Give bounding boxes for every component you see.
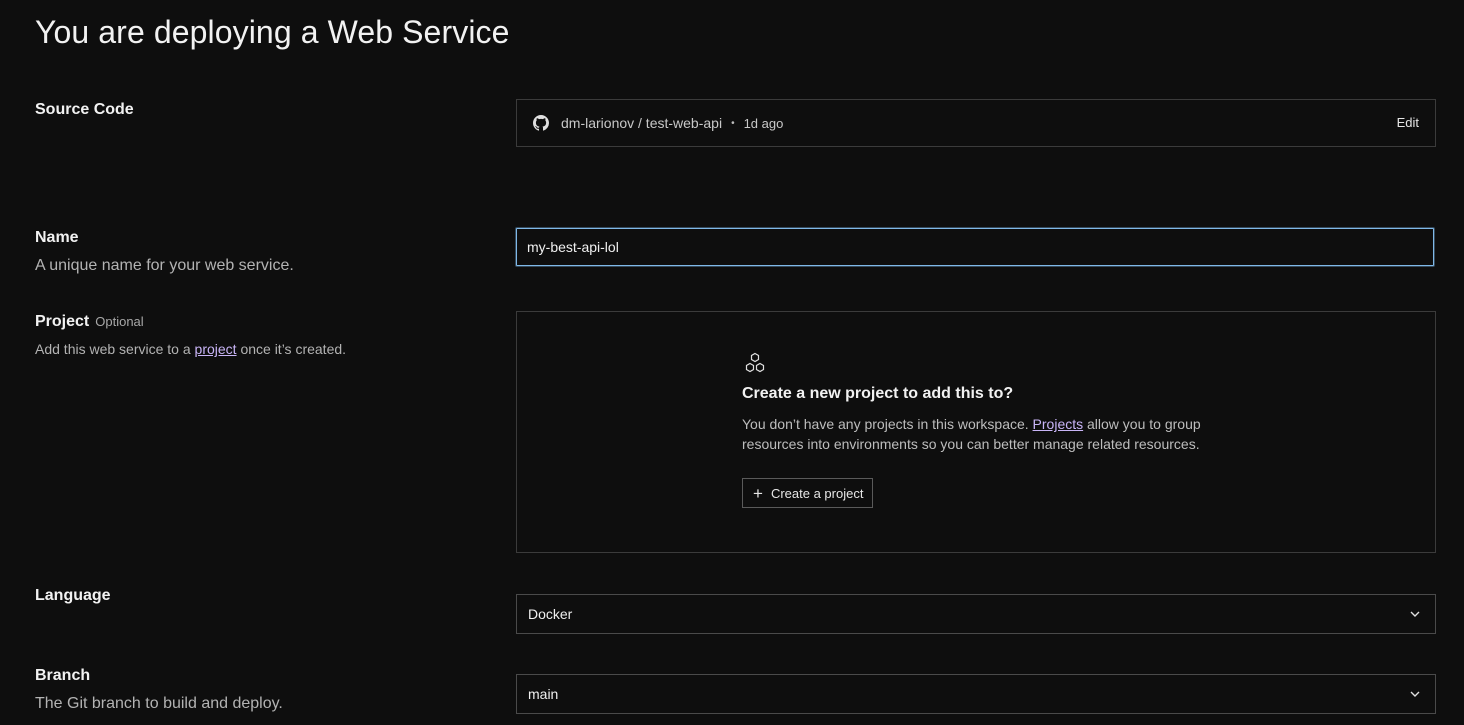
github-icon [533, 115, 549, 131]
source-code-label: Source Code [35, 101, 134, 118]
language-select[interactable]: Docker [516, 594, 1436, 634]
optional-tag: Optional [95, 314, 144, 329]
separator-dot: • [731, 117, 735, 129]
project-label-text: Project [35, 313, 90, 330]
project-empty-box: Create a new project to add this to? You… [516, 311, 1436, 553]
project-empty-state: Create a new project to add this to? You… [742, 352, 1212, 508]
project-docs-link[interactable]: project [195, 341, 237, 357]
empty-desc-before: You don’t have any projects in this work… [742, 416, 1033, 432]
project-hint-after: once it’s created. [236, 341, 347, 357]
name-hint: A unique name for your web service. [35, 257, 294, 274]
updated-time: 1d ago [743, 115, 784, 131]
project-hint: Add this web service to a project once i… [35, 341, 346, 357]
hexagons-icon [742, 352, 1212, 376]
empty-state-title: Create a new project to add this to? [742, 385, 1014, 402]
language-selected-value: Docker [528, 606, 573, 622]
edit-source-button[interactable]: Edit [1397, 100, 1419, 146]
create-project-label: Create a project [770, 485, 864, 501]
branch-selected-value: main [528, 686, 559, 702]
projects-docs-link[interactable]: Projects [1033, 416, 1084, 432]
create-project-button[interactable]: + Create a project [742, 478, 874, 508]
project-hint-before: Add this web service to a [35, 341, 195, 357]
project-label: Project Optional [35, 313, 144, 331]
name-input[interactable] [516, 228, 1434, 266]
repo-name: dm-larionov / test-web-api [561, 115, 723, 131]
source-code-box: dm-larionov / test-web-api • 1d ago Edit [516, 99, 1436, 147]
name-label: Name [35, 229, 79, 246]
plus-icon: + [753, 483, 763, 503]
branch-select[interactable]: main [516, 674, 1436, 714]
deploy-web-service-page: You are deploying a Web Service Source C… [0, 0, 1464, 725]
branch-hint: The Git branch to build and deploy. [35, 695, 283, 712]
branch-label: Branch [35, 667, 91, 684]
language-label: Language [35, 587, 111, 604]
source-repo-info: dm-larionov / test-web-api • 1d ago [533, 100, 783, 146]
empty-state-description: You don’t have any projects in this work… [742, 414, 1202, 454]
page-title: You are deploying a Web Service [35, 14, 510, 50]
